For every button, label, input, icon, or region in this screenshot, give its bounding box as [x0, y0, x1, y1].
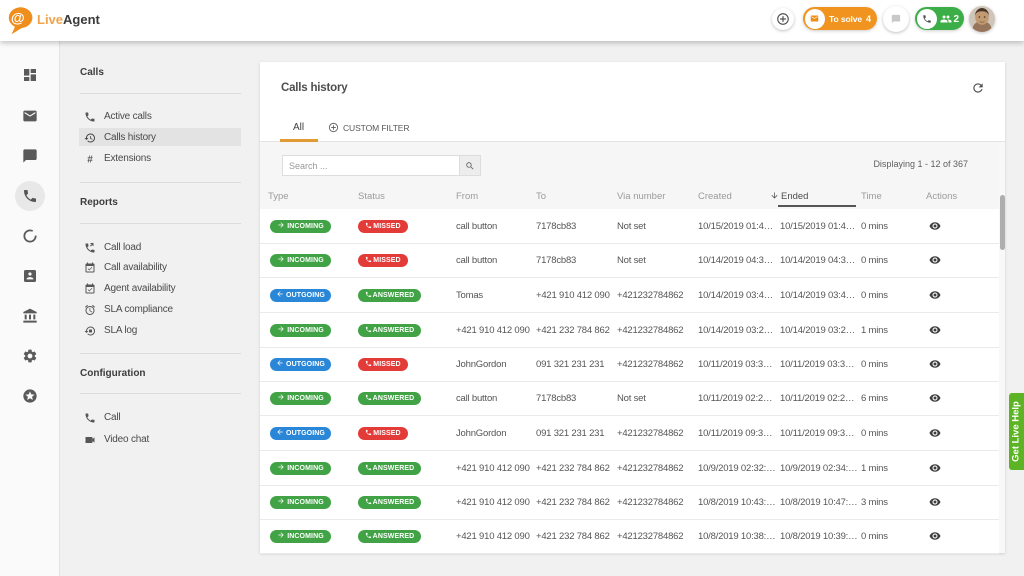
svg-text:#: #: [87, 155, 93, 166]
svg-text:@: @: [11, 10, 25, 26]
